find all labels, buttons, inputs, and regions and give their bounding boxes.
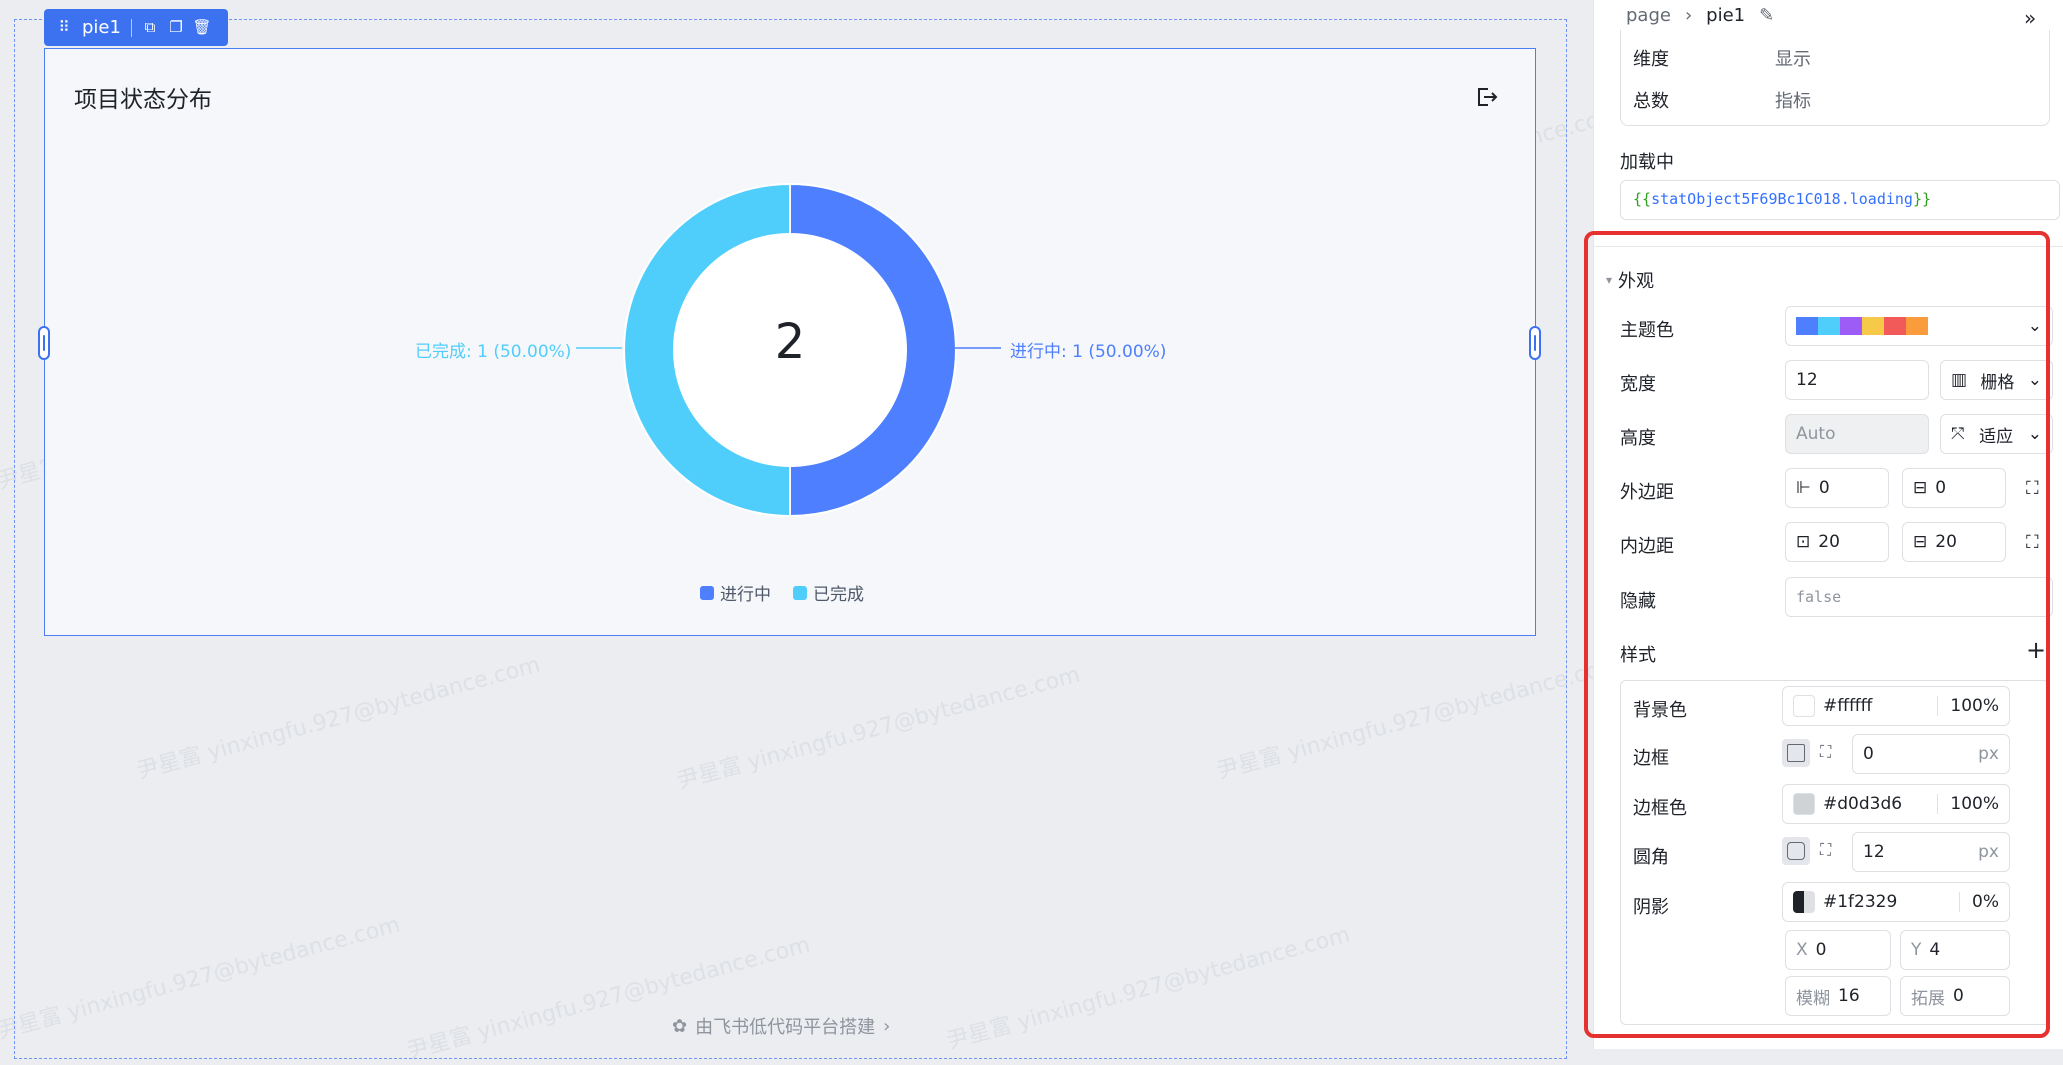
legend-swatch	[793, 585, 807, 600]
breadcrumb: page › pie1 ✎	[1626, 5, 1774, 26]
legend-label: 已完成	[813, 585, 864, 605]
chip-divider	[130, 18, 132, 37]
resize-handle-left[interactable]	[38, 326, 50, 360]
loading-label: 加载中	[1620, 152, 1674, 173]
field-key: 维度	[1633, 49, 1669, 70]
loading-expression-input[interactable]: {{statObject5F69Bc1C018.loading}}	[1620, 180, 2060, 220]
duplicate-icon[interactable]: ❐	[168, 20, 184, 36]
platform-footer[interactable]: ✿ 由飞书低代码平台搭建 ›	[672, 1013, 890, 1039]
footer-text: 由飞书低代码平台搭建	[695, 1017, 876, 1038]
highlight-box	[1584, 231, 2050, 1038]
slice-label-in-progress: 进行中: 1 (50.00%)	[1010, 342, 1167, 362]
slice-label-completed: 已完成: 1 (50.00%)	[415, 342, 572, 362]
resize-handle-right[interactable]	[1529, 326, 1541, 360]
card-title: 项目状态分布	[74, 87, 212, 113]
data-field-box	[1620, 30, 2050, 126]
legend-item[interactable]: 已完成	[793, 580, 864, 605]
legend-label: 进行中	[720, 585, 771, 605]
platform-logo-icon: ✿	[672, 1015, 688, 1037]
field-value[interactable]: 指标	[1775, 87, 1811, 113]
selection-chip[interactable]: ⠿ pie1 ⧉ ❐ 🗑	[44, 9, 228, 46]
legend-item[interactable]: 进行中	[700, 580, 771, 605]
field-value[interactable]: 显示	[1775, 45, 1811, 71]
breadcrumb-current: pie1	[1706, 5, 1746, 26]
field-key: 总数	[1633, 91, 1669, 112]
drag-handle-icon[interactable]: ⠿	[56, 20, 72, 36]
legend-swatch	[700, 585, 714, 600]
copy-icon[interactable]: ⧉	[142, 20, 158, 36]
leader-lines	[576, 347, 1001, 349]
delete-icon[interactable]: 🗑	[192, 20, 211, 36]
chart-legend: 进行中 已完成	[700, 580, 864, 605]
edit-icon[interactable]: ✎	[1759, 5, 1774, 26]
component-name: pie1	[82, 17, 121, 38]
export-icon[interactable]	[1475, 86, 1499, 108]
breadcrumb-root[interactable]: page	[1626, 5, 1671, 26]
collapse-panel-icon[interactable]: »	[2024, 6, 2036, 30]
chevron-right-icon: ›	[883, 1015, 891, 1037]
chevron-right-icon: ›	[1684, 5, 1693, 26]
